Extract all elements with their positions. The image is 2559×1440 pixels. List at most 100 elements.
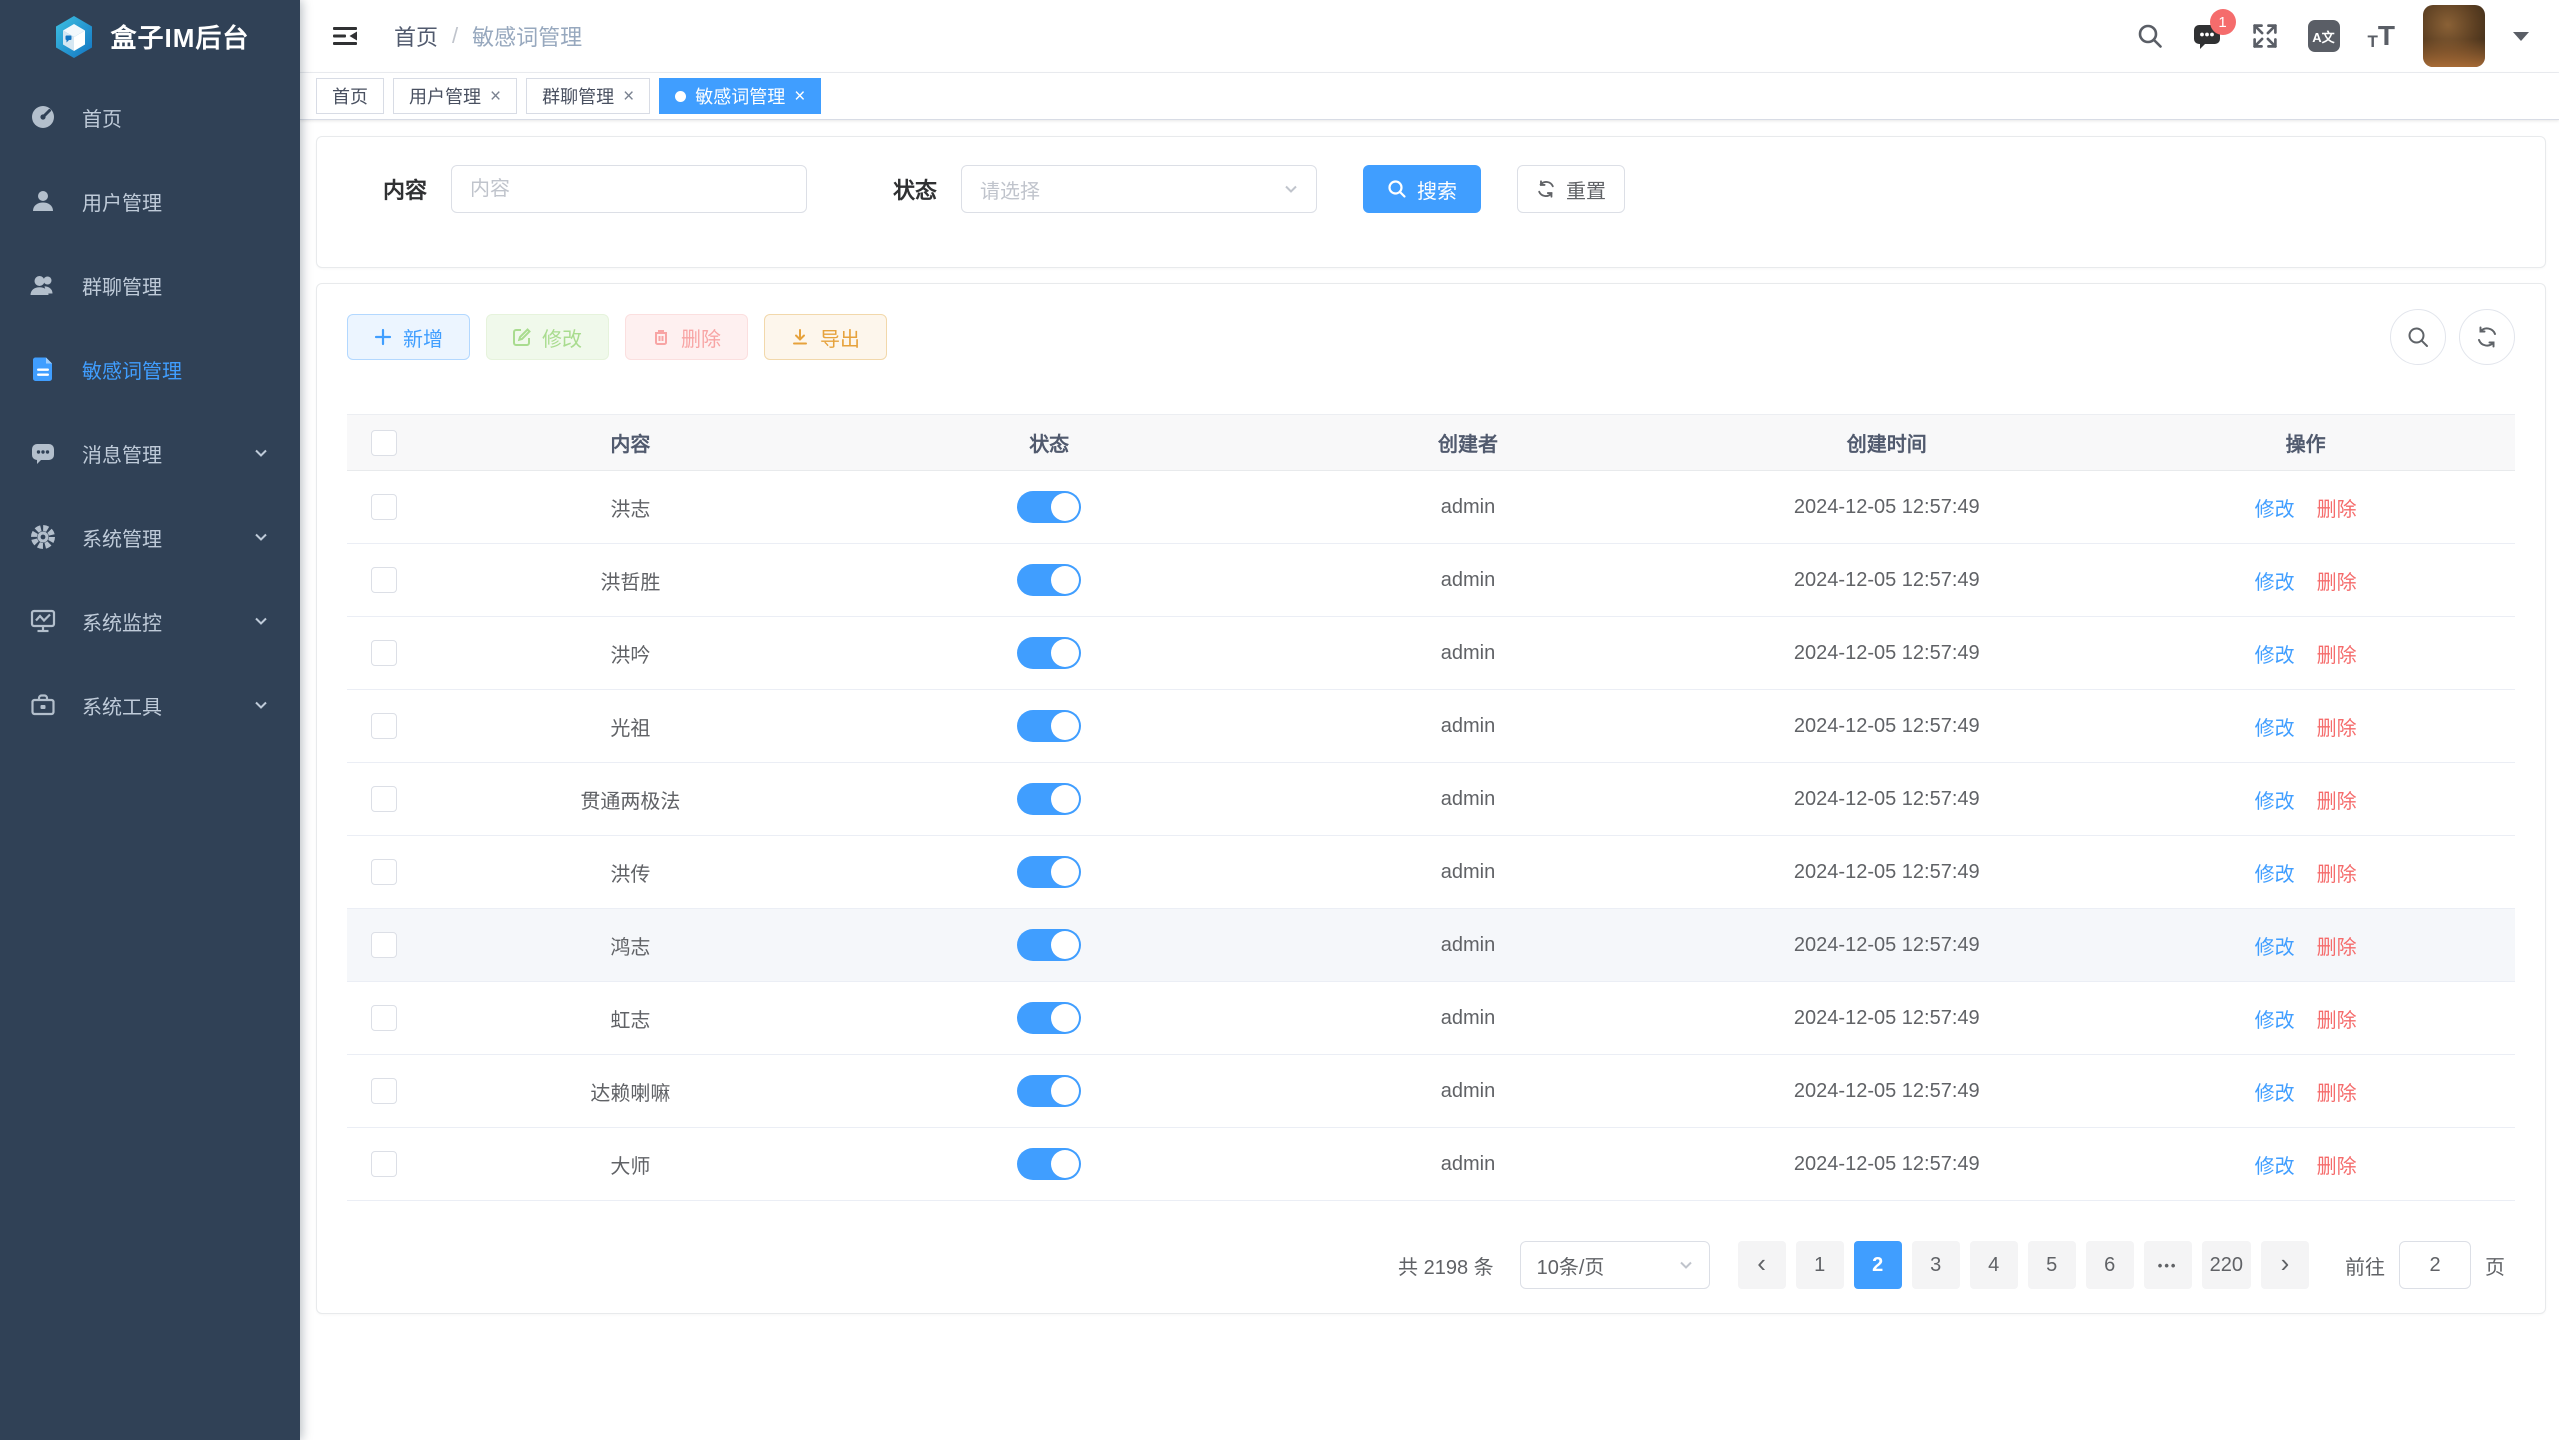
row-checkbox[interactable] bbox=[371, 786, 397, 812]
select-all-checkbox[interactable] bbox=[371, 430, 397, 456]
breadcrumb: 首页 / 敏感词管理 bbox=[394, 20, 582, 52]
message-notification-icon[interactable]: 1 bbox=[2192, 21, 2222, 51]
page-buttons: ‹ 1 2 3 4 5 6 ••• 220 › bbox=[1738, 1241, 2309, 1289]
cell-created-at: 2024-12-05 12:57:49 bbox=[1677, 1007, 2096, 1030]
status-toggle[interactable] bbox=[1017, 783, 1081, 815]
prev-page-button[interactable]: ‹ bbox=[1738, 1241, 1786, 1289]
tab-group-mgmt[interactable]: 群聊管理 × bbox=[526, 78, 650, 114]
status-toggle[interactable] bbox=[1017, 1002, 1081, 1034]
tab-close-icon[interactable]: × bbox=[490, 87, 501, 106]
page-button-last[interactable]: 220 bbox=[2202, 1241, 2251, 1289]
edit-link[interactable]: 修改 bbox=[2255, 566, 2295, 595]
row-checkbox[interactable] bbox=[371, 1078, 397, 1104]
tab-user-mgmt[interactable]: 用户管理 × bbox=[393, 78, 517, 114]
sidebar-item-home[interactable]: 首页 bbox=[0, 75, 300, 159]
sidebar-item-system-mgmt[interactable]: 系统管理 bbox=[0, 495, 300, 579]
delete-link[interactable]: 删除 bbox=[2317, 493, 2357, 522]
status-toggle[interactable] bbox=[1017, 929, 1081, 961]
row-checkbox[interactable] bbox=[371, 713, 397, 739]
delete-link[interactable]: 删除 bbox=[2317, 1150, 2357, 1179]
cell-creator: admin bbox=[1259, 642, 1678, 665]
user-avatar[interactable] bbox=[2423, 5, 2485, 67]
sidebar-item-users[interactable]: 用户管理 bbox=[0, 159, 300, 243]
cell-content: 洪传 bbox=[421, 858, 840, 887]
page-button-6[interactable]: 6 bbox=[2086, 1241, 2134, 1289]
delete-link[interactable]: 删除 bbox=[2317, 639, 2357, 668]
row-checkbox[interactable] bbox=[371, 1151, 397, 1177]
export-button[interactable]: 导出 bbox=[764, 314, 887, 360]
show-search-toggle-button[interactable] bbox=[2390, 309, 2446, 365]
delete-link[interactable]: 删除 bbox=[2317, 858, 2357, 887]
tab-sensitive-words[interactable]: 敏感词管理 × bbox=[659, 78, 821, 114]
content-filter-input[interactable] bbox=[451, 165, 807, 213]
cell-created-at: 2024-12-05 12:57:49 bbox=[1677, 642, 2096, 665]
page-button-5[interactable]: 5 bbox=[2028, 1241, 2076, 1289]
sidebar-item-label: 用户管理 bbox=[82, 187, 162, 216]
page-button-3[interactable]: 3 bbox=[1912, 1241, 1960, 1289]
tab-home[interactable]: 首页 bbox=[316, 78, 384, 114]
content-filter-label: 内容 bbox=[383, 173, 427, 205]
delete-link[interactable]: 删除 bbox=[2317, 785, 2357, 814]
row-checkbox[interactable] bbox=[371, 1005, 397, 1031]
search-icon[interactable] bbox=[2136, 22, 2164, 50]
delete-link[interactable]: 删除 bbox=[2317, 931, 2357, 960]
status-toggle[interactable] bbox=[1017, 491, 1081, 523]
page-button-4[interactable]: 4 bbox=[1970, 1241, 2018, 1289]
row-checkbox[interactable] bbox=[371, 859, 397, 885]
page-button-1[interactable]: 1 bbox=[1796, 1241, 1844, 1289]
delete-button[interactable]: 删除 bbox=[625, 314, 748, 360]
status-toggle[interactable] bbox=[1017, 710, 1081, 742]
fullscreen-icon[interactable] bbox=[2250, 21, 2280, 51]
edit-button[interactable]: 修改 bbox=[486, 314, 609, 360]
row-checkbox[interactable] bbox=[371, 640, 397, 666]
language-switch-icon[interactable]: A文 bbox=[2308, 20, 2340, 52]
user-menu-caret-icon[interactable] bbox=[2513, 32, 2529, 41]
tab-close-icon[interactable]: × bbox=[794, 87, 805, 106]
delete-link[interactable]: 删除 bbox=[2317, 712, 2357, 741]
page-size-select[interactable]: 10条/页 bbox=[1520, 1241, 1710, 1289]
status-filter-select[interactable]: 请选择 bbox=[961, 165, 1317, 213]
add-button[interactable]: 新增 bbox=[347, 314, 470, 360]
cell-content: 大师 bbox=[421, 1150, 840, 1179]
row-checkbox[interactable] bbox=[371, 494, 397, 520]
font-size-small-t: T bbox=[2368, 33, 2378, 50]
sidebar-item-sensitive-words[interactable]: 敏感词管理 bbox=[0, 327, 300, 411]
edit-link[interactable]: 修改 bbox=[2255, 931, 2295, 960]
more-pages-button[interactable]: ••• bbox=[2144, 1241, 2192, 1289]
next-page-button[interactable]: › bbox=[2261, 1241, 2309, 1289]
toggle-knob bbox=[1051, 1004, 1079, 1032]
sidebar-fold-icon[interactable] bbox=[330, 21, 360, 51]
edit-link[interactable]: 修改 bbox=[2255, 785, 2295, 814]
sidebar-item-messages[interactable]: 消息管理 bbox=[0, 411, 300, 495]
row-checkbox[interactable] bbox=[371, 932, 397, 958]
sidebar-item-groups[interactable]: 群聊管理 bbox=[0, 243, 300, 327]
status-toggle[interactable] bbox=[1017, 637, 1081, 669]
refresh-button[interactable] bbox=[2459, 309, 2515, 365]
status-toggle[interactable] bbox=[1017, 1075, 1081, 1107]
search-button[interactable]: 搜索 bbox=[1363, 165, 1481, 213]
reset-button[interactable]: 重置 bbox=[1517, 165, 1625, 213]
delete-link[interactable]: 删除 bbox=[2317, 1004, 2357, 1033]
goto-page-input[interactable] bbox=[2399, 1241, 2471, 1289]
cell-content: 光祖 bbox=[421, 712, 840, 741]
edit-link[interactable]: 修改 bbox=[2255, 1150, 2295, 1179]
sidebar-item-system-tools[interactable]: 系统工具 bbox=[0, 663, 300, 747]
breadcrumb-home[interactable]: 首页 bbox=[394, 20, 438, 52]
tab-close-icon[interactable]: × bbox=[623, 87, 634, 106]
delete-link[interactable]: 删除 bbox=[2317, 1077, 2357, 1106]
font-size-icon[interactable]: TT bbox=[2368, 22, 2396, 50]
page-button-2[interactable]: 2 bbox=[1854, 1241, 1902, 1289]
row-checkbox[interactable] bbox=[371, 567, 397, 593]
edit-link[interactable]: 修改 bbox=[2255, 858, 2295, 887]
edit-link[interactable]: 修改 bbox=[2255, 712, 2295, 741]
edit-link[interactable]: 修改 bbox=[2255, 1004, 2295, 1033]
cell-content: 洪志 bbox=[421, 493, 840, 522]
status-toggle[interactable] bbox=[1017, 856, 1081, 888]
edit-link[interactable]: 修改 bbox=[2255, 493, 2295, 522]
status-toggle[interactable] bbox=[1017, 564, 1081, 596]
sidebar-item-system-monitor[interactable]: 系统监控 bbox=[0, 579, 300, 663]
edit-link[interactable]: 修改 bbox=[2255, 639, 2295, 668]
delete-link[interactable]: 删除 bbox=[2317, 566, 2357, 595]
edit-link[interactable]: 修改 bbox=[2255, 1077, 2295, 1106]
status-toggle[interactable] bbox=[1017, 1148, 1081, 1180]
